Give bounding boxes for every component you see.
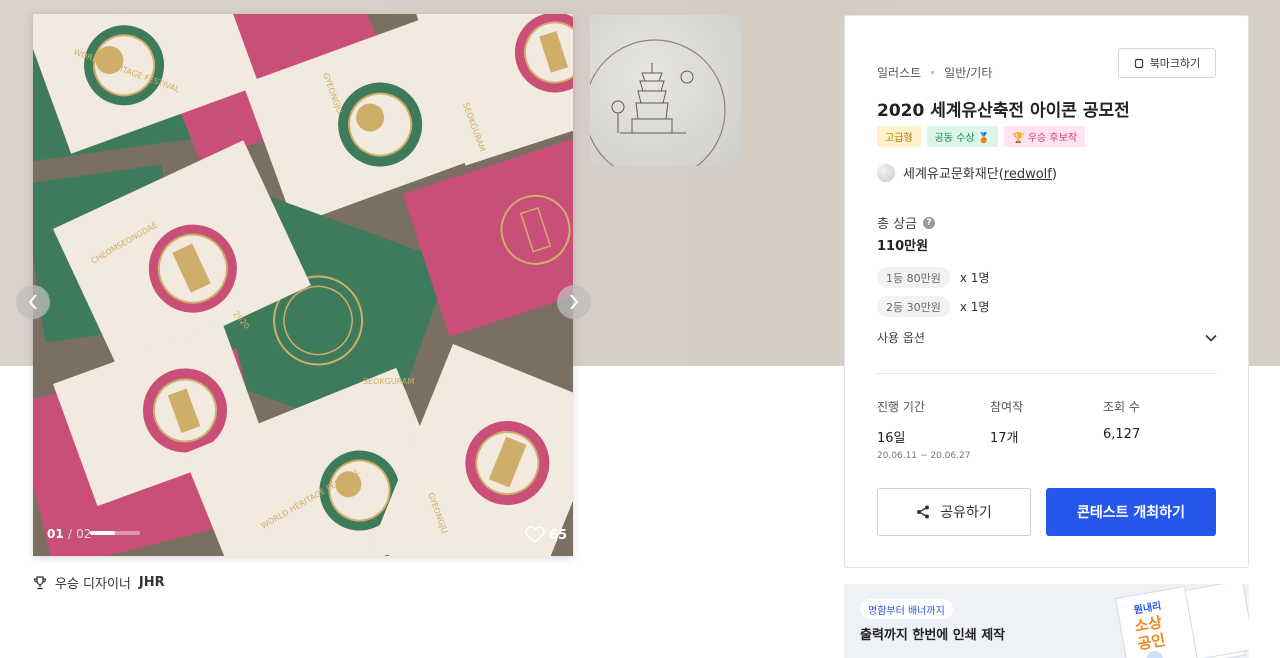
stat-entries: 참여작 17개 [990, 398, 1023, 446]
gallery-total: 02 [76, 527, 92, 541]
owner-name: 세계유교문화재단 [903, 167, 999, 182]
owner-handle-close: ) [1051, 167, 1057, 182]
prize-tier: 2등 30만원 x 1명 [877, 296, 989, 317]
gallery-progress-fill [90, 531, 115, 535]
next-image-button[interactable] [557, 285, 591, 319]
tier-count: x 1명 [959, 300, 990, 314]
badge-winner-candidate: 🏆 우승 후보작 [1004, 126, 1086, 147]
contest-title: 2020 세계유산축전 아이콘 공모전 [877, 101, 1130, 121]
owner-avatar [877, 163, 895, 182]
gallery-separator: / [67, 527, 72, 541]
print-ad-banner[interactable]: 명함부터 배너까지 출력까지 한번에 인쇄 제작 뭔내리 소상 공인 [844, 584, 1249, 658]
category-link[interactable]: 일러스트 [877, 64, 921, 81]
prize-label: 총 상금 ? [877, 213, 936, 232]
gallery-current: 01 [47, 527, 64, 541]
stat-period: 진행 기간 16일 20.06.11 ~ 20.06.27 [877, 398, 970, 461]
bookmark-label: 북마크하기 [1149, 57, 1201, 70]
contest-info-panel: 일러스트 일반/기타 북마크하기 2020 세계유산축전 아이콘 공모전 고급형… [844, 15, 1249, 568]
subcategory-link[interactable]: 일반/기타 [944, 64, 992, 81]
stat-views-label: 조회 수 [1103, 400, 1140, 414]
main-artwork-image[interactable]: WORLD HERITAGE FESTIVAL GYEONGJU SEOKGURAM… [33, 14, 573, 556]
chevron-left-icon [28, 294, 37, 310]
winner-label: 우승 디자이너 [55, 577, 131, 592]
host-contest-button[interactable]: 콘테스트 개최하기 [1046, 488, 1216, 536]
breadcrumb: 일러스트 일반/기타 [877, 64, 992, 81]
divider [877, 373, 1217, 374]
ad-tag: 명함부터 배너까지 [860, 599, 953, 619]
owner-handle: redwolf [1003, 167, 1052, 182]
ad-text: 출력까지 한번에 인쇄 제작 [860, 628, 1006, 643]
prize-tier: 1등 80만원 x 1명 [877, 267, 989, 288]
prize-total: 110만원 [877, 239, 929, 254]
share-icon [917, 505, 930, 519]
gallery-progress-bar [90, 531, 140, 535]
prize-label-text: 총 상금 [877, 217, 918, 232]
like-button[interactable]: 65 [525, 526, 567, 544]
badge-premium: 고급형 [877, 126, 921, 147]
artwork-thumbnail[interactable] [590, 15, 741, 166]
chevron-right-icon [570, 294, 579, 310]
stat-entries-value: 17개 [990, 431, 1019, 446]
like-count: 65 [549, 527, 568, 543]
pagoda-stamp-illustration [590, 39, 726, 166]
stat-views-value: 6,127 [1103, 427, 1141, 442]
heritage-cards-illustration: WORLD HERITAGE FESTIVAL GYEONGJUSEOKGURAM… [33, 14, 573, 556]
tier-count: x 1명 [959, 271, 990, 285]
winner-name[interactable]: JHR [139, 575, 165, 590]
help-icon[interactable]: ? [923, 216, 936, 229]
badge-joint-award: 공동 수상 🥉 [926, 126, 999, 147]
stat-period-range: 20.06.11 ~ 20.06.27 [877, 451, 971, 461]
winner-designer: 우승 디자이너 JHR [33, 573, 165, 592]
stat-entries-label: 참여작 [990, 400, 1024, 414]
heart-icon [525, 526, 545, 544]
prev-image-button[interactable] [16, 285, 50, 319]
bookmark-icon [1134, 58, 1143, 68]
breadcrumb-separator [931, 71, 935, 74]
share-label: 공유하기 [940, 505, 992, 521]
usage-options-toggle[interactable]: 사용 옵션 [877, 329, 1217, 346]
stat-period-value: 16일 [877, 431, 906, 446]
contest-owner[interactable]: 세계유교문화재단(redwolf) [877, 163, 1057, 182]
usage-options-label: 사용 옵션 [877, 331, 925, 345]
gallery-counter: 01 / 02 [47, 527, 91, 541]
stat-views: 조회 수 6,127 [1103, 398, 1140, 442]
card-text: SEOKGURAM [363, 377, 414, 386]
trophy-icon [33, 575, 47, 589]
share-button[interactable]: 공유하기 [877, 488, 1031, 536]
tier-name: 2등 30만원 [877, 296, 950, 317]
chevron-down-icon [1205, 334, 1217, 342]
stat-period-label: 진행 기간 [877, 400, 925, 414]
bookmark-button[interactable]: 북마크하기 [1118, 48, 1216, 78]
contest-badges: 고급형 공동 수상 🥉 🏆 우승 후보작 [877, 126, 1086, 147]
print-samples-illustration: 뭔내리 소상 공인 [1115, 584, 1249, 658]
tier-name: 1등 80만원 [877, 267, 950, 288]
